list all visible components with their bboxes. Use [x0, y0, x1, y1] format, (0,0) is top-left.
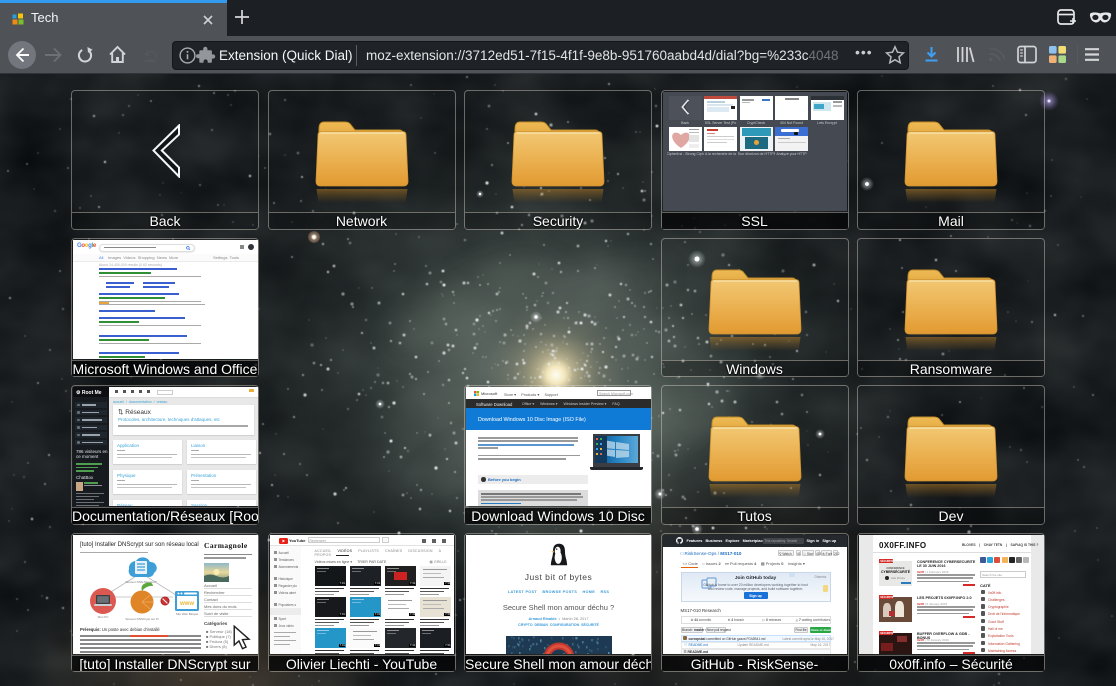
svg-text:Site Web Bloqué: Site Web Bloqué: [176, 612, 199, 616]
svg-text:www: www: [179, 601, 194, 607]
svg-text:Mon PC: Mon PC: [98, 615, 110, 619]
svg-text:Serveur DNS-Menteur?: Serveur DNS-Menteur?: [125, 580, 157, 584]
svg-text:Serveur DNSCrypt sur Pi: Serveur DNSCrypt sur Pi: [125, 617, 159, 621]
